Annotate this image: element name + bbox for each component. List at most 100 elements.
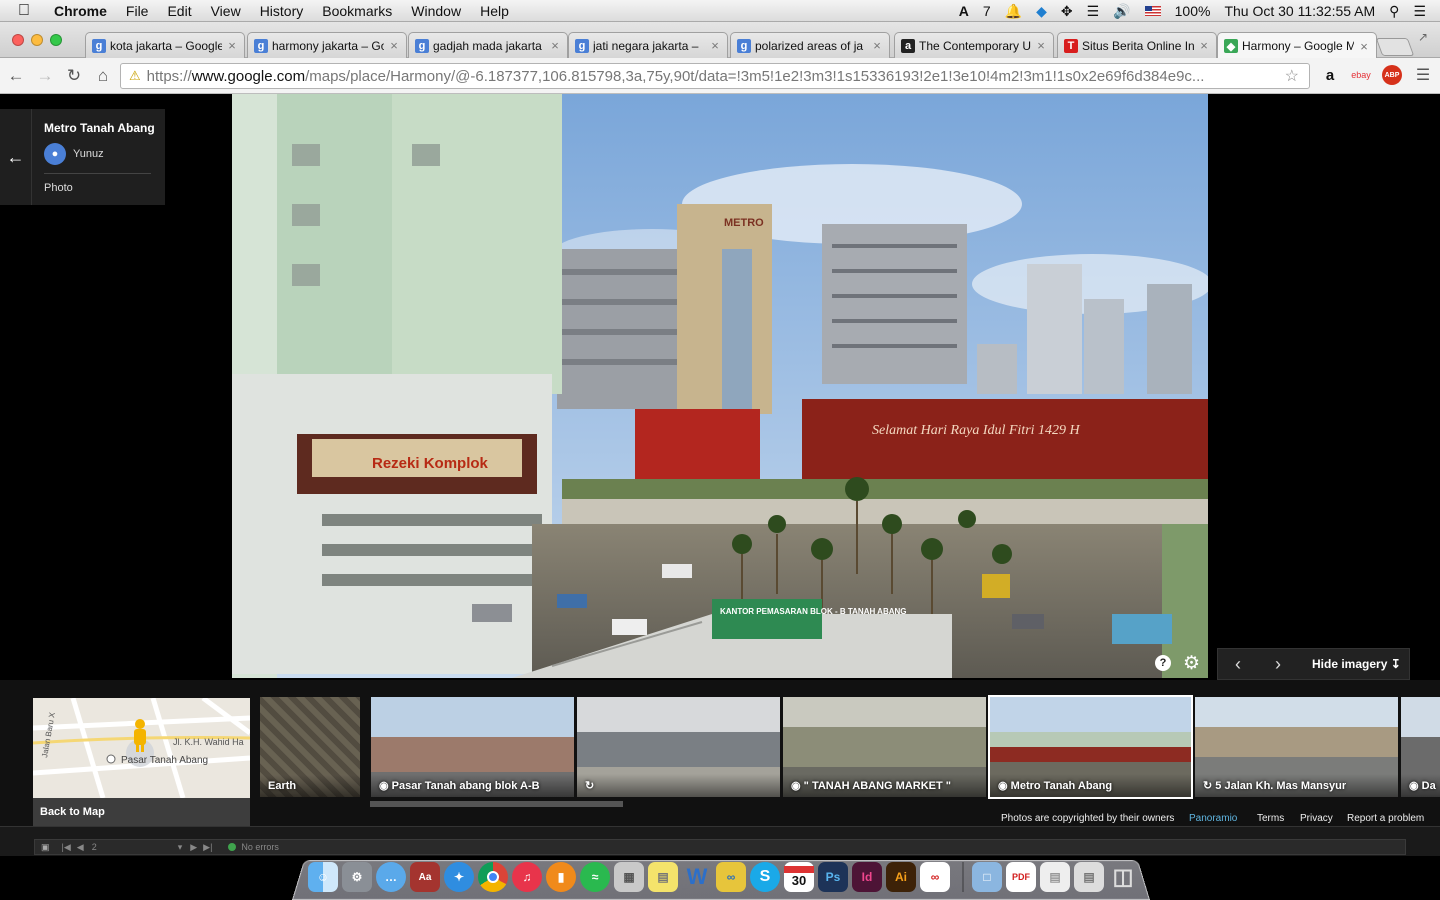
close-tab-icon[interactable]: × — [1198, 38, 1210, 53]
settings-gear-icon[interactable]: ⚙ — [1183, 652, 1200, 675]
reload-button[interactable]: ↻ — [62, 64, 86, 88]
help-icon[interactable]: ? — [1155, 655, 1171, 671]
panorama-thumbnail[interactable]: ↻ — [577, 697, 780, 797]
page-number[interactable]: 2 — [92, 842, 172, 852]
minimize-window-button[interactable] — [31, 34, 43, 46]
browser-tab[interactable]: g harmony jakarta – Go × — [247, 32, 407, 58]
dictionary-icon[interactable]: Aa — [410, 862, 440, 892]
apple-menu-icon[interactable]:  — [18, 2, 36, 20]
volume-icon[interactable]: 🔊 — [1113, 3, 1130, 20]
terms-link[interactable]: Terms — [1257, 813, 1284, 824]
close-tab-icon[interactable]: × — [549, 38, 561, 53]
system-preferences-icon[interactable]: ⚙ — [342, 862, 372, 892]
browser-tab[interactable]: T Situs Berita Online In × — [1057, 32, 1217, 58]
home-button[interactable]: ⌂ — [91, 64, 115, 88]
privacy-link[interactable]: Privacy — [1300, 813, 1333, 824]
messages-icon[interactable]: … — [376, 862, 406, 892]
illustrator-icon[interactable]: Ai — [886, 862, 916, 892]
menu-view[interactable]: View — [211, 3, 241, 19]
last-page-icon[interactable]: ▶| — [203, 842, 212, 853]
calculator-icon[interactable]: ▦ — [614, 862, 644, 892]
downloads-stack-icon[interactable]: ▤ — [1074, 862, 1104, 892]
console-icon[interactable]: ▣ — [41, 842, 50, 853]
move-cursor-icon[interactable]: ✥ — [1061, 3, 1073, 20]
notification-center-icon[interactable]: ☰ — [1413, 3, 1426, 20]
photoshop-icon[interactable]: Ps — [818, 862, 848, 892]
street-photo[interactable]: METRO Rezeki Komplok Selamat Hari Raya I… — [232, 94, 1208, 678]
adobe-status-icon[interactable]: A — [959, 3, 969, 19]
spotify-icon[interactable]: ≈ — [580, 862, 610, 892]
back-button[interactable]: ← — [4, 64, 28, 88]
skype-icon[interactable]: S — [750, 862, 780, 892]
photo-author[interactable]: ● Yunuz — [44, 143, 104, 165]
safari-icon[interactable]: ✦ — [444, 862, 474, 892]
close-tab-icon[interactable]: × — [1358, 39, 1370, 54]
browser-tab[interactable]: ◆ Harmony – Google M × — [1217, 32, 1377, 59]
adblock-plus-icon[interactable]: ABP — [1382, 65, 1402, 85]
battery-percent[interactable]: 100% — [1175, 3, 1211, 19]
bookmark-star-icon[interactable]: ☆ — [1285, 66, 1299, 86]
menu-help[interactable]: Help — [480, 3, 509, 19]
spotlight-icon[interactable]: ⚲ — [1389, 3, 1399, 20]
previous-photo-icon[interactable]: ‹ — [1218, 654, 1258, 675]
browser-tab[interactable]: g polarized areas of ja × — [730, 32, 890, 58]
ebay-icon[interactable]: ebay — [1349, 64, 1373, 86]
stickies-icon[interactable]: ▤ — [648, 862, 678, 892]
zoom-window-button[interactable] — [50, 34, 62, 46]
menu-file[interactable]: File — [126, 3, 149, 19]
chrome-menu-icon[interactable]: ☰ — [1414, 64, 1432, 86]
first-page-icon[interactable]: |◀ — [62, 842, 71, 853]
word-icon[interactable]: W — [682, 862, 712, 892]
forward-button[interactable]: → — [33, 64, 57, 88]
vuze-icon[interactable]: ∞ — [716, 862, 746, 892]
notification-bell-icon[interactable]: 🔔 — [1005, 3, 1022, 20]
browser-tab[interactable]: g gadjah mada jakarta × — [408, 32, 568, 58]
applications-folder-icon[interactable]: □ — [972, 862, 1002, 892]
next-page-icon[interactable]: ▶ — [190, 842, 197, 853]
address-bar[interactable]: ⚠ https://www.google.com/maps/place/Harm… — [120, 63, 1310, 89]
close-tab-icon[interactable]: × — [1035, 38, 1047, 53]
prev-page-icon[interactable]: ◀ — [77, 842, 84, 853]
menu-history[interactable]: History — [260, 3, 304, 19]
photo-thumbnail[interactable]: ◉ " TANAH ABANG MARKET " — [783, 697, 986, 797]
clock[interactable]: Thu Oct 30 11:32:55 AM — [1224, 3, 1375, 19]
document-stack-icon[interactable]: ▤ — [1040, 862, 1070, 892]
finder-icon[interactable]: ☺ — [308, 862, 338, 892]
dropbox-icon[interactable]: ◆ — [1036, 3, 1047, 20]
ibooks-icon[interactable]: ▮ — [546, 862, 576, 892]
filmstrip-scroll-indicator[interactable] — [370, 801, 623, 807]
indesign-icon[interactable]: Id — [852, 862, 882, 892]
dropdown-icon[interactable]: ▾ — [178, 842, 183, 853]
security-warning-icon[interactable]: ⚠ — [129, 68, 141, 84]
close-window-button[interactable] — [12, 34, 24, 46]
menu-app-name[interactable]: Chrome — [54, 3, 107, 19]
us-flag-icon[interactable] — [1144, 6, 1161, 16]
input-indicator[interactable]: 7 — [983, 3, 991, 19]
close-tab-icon[interactable]: × — [709, 38, 721, 53]
report-problem-link[interactable]: Report a problem — [1347, 813, 1424, 824]
next-photo-icon[interactable]: › — [1258, 654, 1298, 675]
itunes-icon[interactable]: ♫ — [512, 862, 542, 892]
wifi-icon[interactable]: ☰ — [1087, 3, 1100, 20]
photo-title[interactable]: Metro Tanah Abang — [44, 121, 155, 135]
acrobat-icon[interactable]: ∞ — [920, 862, 950, 892]
browser-tab[interactable]: g jati negara jakarta – × — [568, 32, 728, 58]
panoramio-link[interactable]: Panoramio — [1189, 813, 1237, 824]
selected-photo-thumbnail[interactable]: ◉ Metro Tanah Abang — [988, 695, 1193, 799]
earth-thumbnail[interactable]: Earth — [260, 697, 360, 797]
menu-window[interactable]: Window — [411, 3, 461, 19]
fullscreen-icon[interactable]: ↗ — [1418, 30, 1428, 44]
panorama-thumbnail[interactable]: ↻ 5 Jalan Kh. Mas Mansyur — [1195, 697, 1398, 797]
browser-tab[interactable]: a The Contemporary U × — [894, 32, 1054, 58]
menu-bookmarks[interactable]: Bookmarks — [322, 3, 392, 19]
close-tab-icon[interactable]: × — [871, 38, 883, 53]
new-tab-button[interactable] — [1375, 38, 1415, 56]
browser-tab[interactable]: g kota jakarta – Google × — [85, 32, 245, 58]
back-to-map-thumbnail[interactable]: Pasar Tanah Abang Jl. K.H. Wahid Ha Jala… — [33, 698, 250, 826]
amazon-icon[interactable]: a — [1322, 64, 1338, 86]
pdf-document-icon[interactable]: PDF — [1006, 862, 1036, 892]
hide-imagery-button[interactable]: Hide imagery ↧ — [1312, 657, 1401, 671]
back-arrow-icon[interactable]: ← — [0, 109, 32, 205]
photo-thumbnail[interactable]: ◉ Pasar Tanah abang blok A-B — [371, 697, 574, 797]
trash-icon[interactable]: ◫ — [1108, 862, 1138, 892]
